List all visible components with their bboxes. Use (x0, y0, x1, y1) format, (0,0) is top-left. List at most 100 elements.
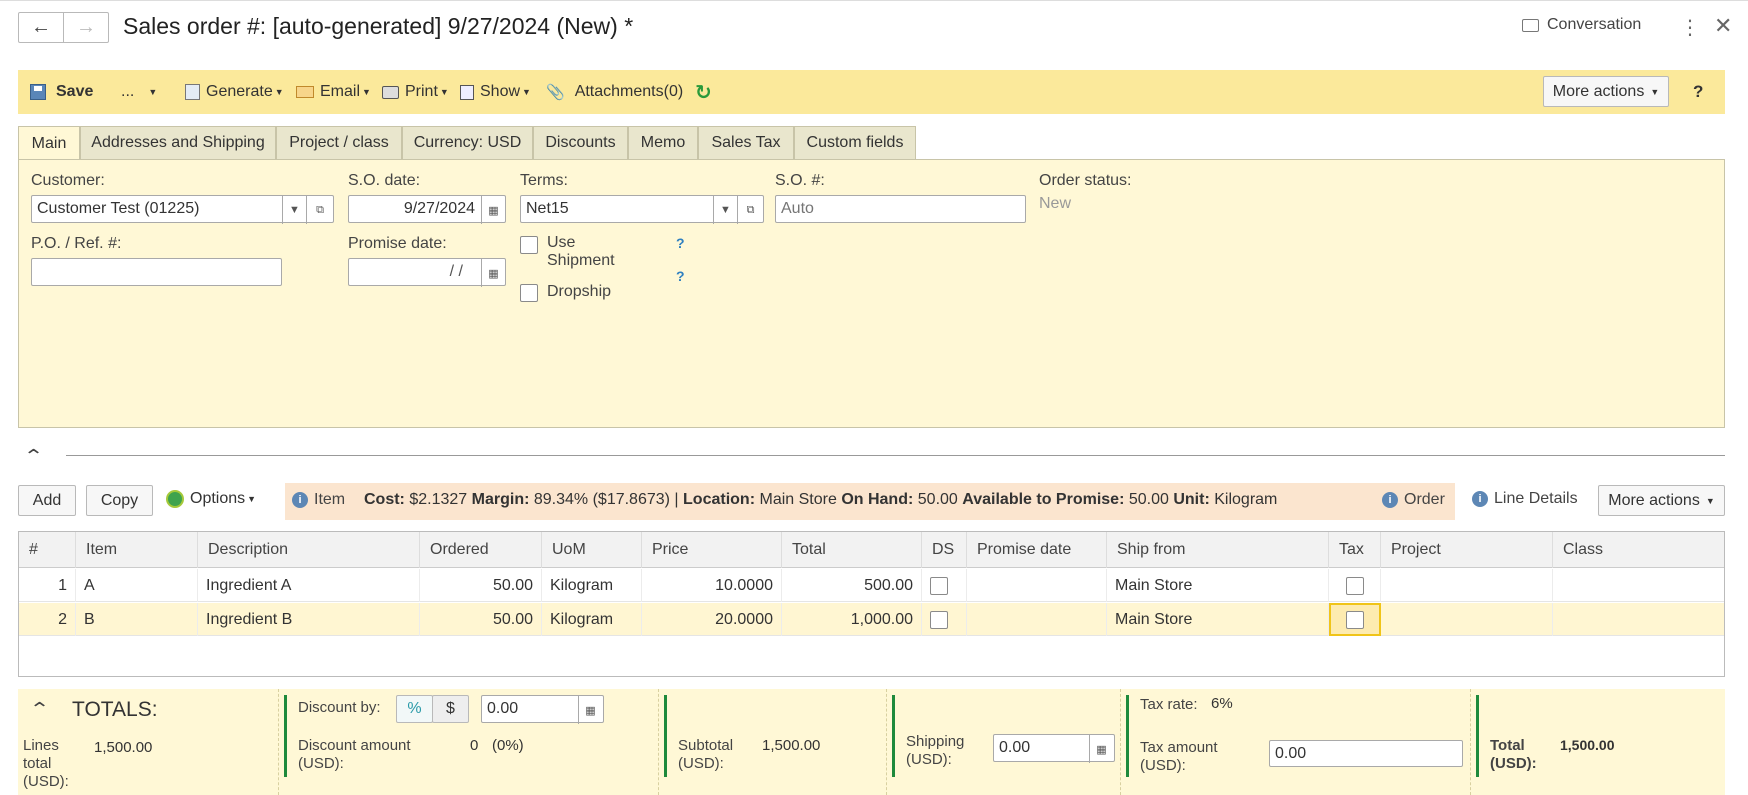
tax-checkbox[interactable] (1345, 576, 1364, 595)
so-number-input[interactable] (775, 195, 1026, 223)
copy-line-button[interactable]: Copy (86, 485, 153, 516)
generate-button[interactable]: Generate ▼ (185, 70, 284, 114)
po-ref-input[interactable] (31, 258, 282, 286)
dropdown-arrow-icon[interactable]: ▼ (713, 196, 737, 224)
column-header-promise-date[interactable]: Promise date (967, 532, 1107, 568)
caret-down-icon: ▼ (1705, 495, 1715, 506)
column-header-project[interactable]: Project (1381, 532, 1553, 568)
options-gear-icon (166, 490, 184, 508)
column-header-tax[interactable]: Tax (1329, 532, 1381, 568)
column-header-item[interactable]: Item (76, 532, 198, 568)
customer-field[interactable]: Customer Test (01225) ▼ ⧉ (31, 195, 334, 224)
column-header-class[interactable]: Class (1553, 532, 1726, 568)
column-header-uom[interactable]: UoM (542, 532, 642, 568)
totals-collapse-chevron-icon[interactable]: ⌃ (29, 699, 50, 720)
table-row[interactable]: 1 A Ingredient A 50.00 Kilogram 10.0000 … (19, 569, 1724, 602)
open-record-icon[interactable]: ⧉ (737, 196, 763, 224)
column-header-total[interactable]: Total (782, 532, 922, 568)
row-ordered[interactable]: 50.00 (420, 569, 542, 602)
column-header-ordered[interactable]: Ordered (420, 532, 542, 568)
row-price[interactable]: 10.0000 (642, 569, 782, 602)
tab-project-class[interactable]: Project / class (276, 126, 402, 160)
use-shipment-help-icon[interactable]: ? (676, 235, 685, 251)
close-icon[interactable]: ✕ (1714, 13, 1732, 39)
row-uom[interactable]: Kilogram (542, 603, 642, 636)
column-header-ds[interactable]: DS (922, 532, 967, 568)
terms-field[interactable]: Net15 ▼ ⧉ (520, 195, 764, 224)
open-record-icon[interactable]: ⧉ (306, 196, 333, 224)
row-promise-date[interactable] (967, 603, 1107, 636)
ds-checkbox[interactable] (930, 576, 948, 595)
line-details-button[interactable]: i Line Details (1472, 490, 1578, 508)
add-line-button[interactable]: Add (18, 485, 76, 516)
back-button[interactable]: ← (18, 12, 64, 43)
tab-discounts[interactable]: Discounts (533, 126, 628, 160)
tab-memo[interactable]: Memo (628, 126, 698, 160)
row-project[interactable] (1381, 569, 1553, 602)
discount-dollar-toggle[interactable]: $ (432, 695, 469, 723)
ds-checkbox[interactable] (930, 610, 948, 629)
item-info-button[interactable]: i Item (292, 491, 345, 509)
row-ordered[interactable]: 50.00 (420, 603, 542, 636)
column-header-number[interactable]: # (19, 532, 76, 568)
discount-percent-toggle[interactable]: % (396, 695, 433, 723)
column-header-price[interactable]: Price (642, 532, 782, 568)
help-button[interactable]: ? (1693, 70, 1703, 114)
row-price[interactable]: 20.0000 (642, 603, 782, 636)
tab-sales-tax[interactable]: Sales Tax (698, 126, 794, 160)
discount-value-input[interactable]: 0.00 ▦ (481, 695, 604, 724)
row-uom[interactable]: Kilogram (542, 569, 642, 602)
tab-currency[interactable]: Currency: USD (402, 126, 533, 160)
calendar-icon[interactable]: ▦ (481, 259, 505, 287)
calculator-icon[interactable]: ▦ (1089, 735, 1113, 763)
column-header-description[interactable]: Description (198, 532, 420, 568)
refresh-button[interactable]: ↻ (695, 70, 712, 114)
options-button[interactable]: Options ▼ (166, 490, 256, 508)
conversation-button[interactable]: Conversation (1522, 16, 1641, 34)
use-shipment-label: Use Shipment (547, 234, 615, 269)
save-button[interactable]: Save (30, 70, 93, 114)
totals-heading: TOTALS: (72, 698, 158, 721)
row-item[interactable]: A (76, 569, 198, 602)
row-class[interactable] (1553, 603, 1726, 636)
dropship-help-icon[interactable]: ? (676, 268, 685, 284)
email-button[interactable]: Email ▼ (296, 70, 371, 114)
calculator-icon[interactable]: ▦ (578, 696, 602, 724)
collapse-chevron-up-icon[interactable]: ⌃ (23, 446, 44, 467)
shipping-input[interactable]: 0.00 ▦ (993, 734, 1115, 763)
calendar-icon[interactable]: ▦ (481, 196, 505, 224)
conversation-label: Conversation (1547, 16, 1642, 33)
show-button[interactable]: Show ▼ (460, 70, 531, 114)
dropship-checkbox[interactable] (520, 284, 538, 302)
promise-date-field[interactable]: / / ▦ (348, 258, 506, 287)
tab-custom-fields[interactable]: Custom fields (794, 126, 916, 160)
use-shipment-checkbox[interactable] (520, 236, 538, 254)
tax-checkbox[interactable] (1346, 610, 1364, 629)
row-ds-cell (922, 603, 967, 636)
more-actions-button[interactable]: More actions ▼ (1543, 76, 1669, 107)
kebab-menu-icon[interactable]: ⋮ (1680, 15, 1700, 40)
print-button[interactable]: Print ▼ (382, 70, 449, 114)
tax-amount-input[interactable]: 0.00 (1269, 740, 1463, 767)
row-project[interactable] (1381, 603, 1553, 636)
table-row-selected[interactable]: 2 B Ingredient B 50.00 Kilogram 20.0000 … (19, 603, 1724, 636)
report-icon (460, 84, 474, 100)
row-description[interactable]: Ingredient A (198, 569, 420, 602)
more-commands-button[interactable]: ... ▼ (121, 70, 157, 114)
attachments-button[interactable]: 📎 Attachments(0) (546, 70, 683, 114)
row-item[interactable]: B (76, 603, 198, 636)
row-class[interactable] (1553, 569, 1726, 602)
row-promise-date[interactable] (967, 569, 1107, 602)
so-date-field[interactable]: 9/27/2024 ▦ (348, 195, 506, 224)
column-header-ship-from[interactable]: Ship from (1107, 532, 1329, 568)
row-ship-from[interactable]: Main Store (1107, 603, 1329, 636)
tab-main[interactable]: Main (18, 126, 80, 161)
dropdown-arrow-icon[interactable]: ▼ (282, 196, 306, 224)
forward-button[interactable]: → (63, 12, 109, 43)
email-label: Email (320, 83, 361, 100)
tab-addresses-shipping[interactable]: Addresses and Shipping (80, 126, 276, 160)
lines-more-actions-button[interactable]: More actions ▼ (1598, 485, 1725, 516)
row-ship-from[interactable]: Main Store (1107, 569, 1329, 602)
row-description[interactable]: Ingredient B (198, 603, 420, 636)
order-info-button[interactable]: i Order (1382, 491, 1445, 509)
